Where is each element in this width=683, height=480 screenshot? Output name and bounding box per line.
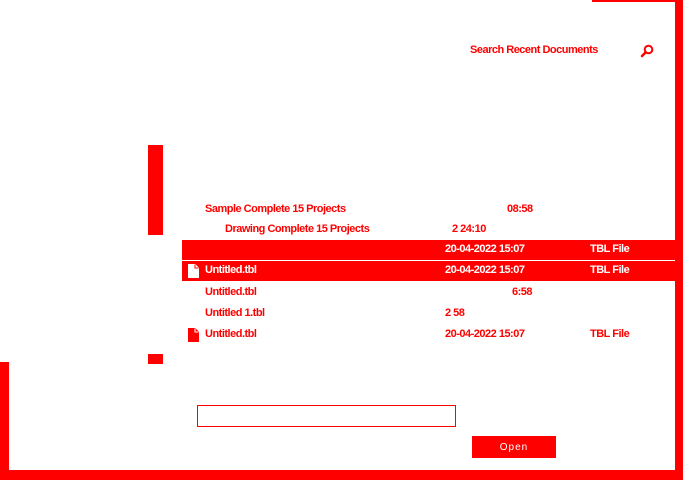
file-type: TBL File (590, 328, 630, 340)
file-date: 2 24:10 (452, 223, 486, 235)
file-name: Untitled.tbl (205, 264, 257, 276)
window-frame-right (675, 0, 683, 480)
file-icon (188, 328, 199, 342)
file-row-selected[interactable]: Untitled.tbl 20-04-2022 15:07 TBL File (182, 261, 675, 281)
window-frame-top (592, 0, 683, 2)
file-date: 20-04-2022 15:07 (445, 328, 525, 340)
file-date: 20-04-2022 15:07 (445, 243, 525, 255)
file-row[interactable]: Sample Complete 15 Projects 08:58 (182, 200, 675, 220)
file-type: TBL File (590, 264, 630, 276)
file-icon (188, 264, 199, 278)
file-row[interactable]: Untitled.tbl 6:58 (182, 283, 675, 303)
file-name: Sample Complete 15 Projects (205, 203, 346, 215)
file-row[interactable]: Untitled 1.tbl 2 58 (182, 304, 675, 324)
file-row-selected[interactable]: 20-04-2022 15:07 TBL File (182, 240, 675, 260)
sidebar-scroll-marker-bottom (148, 354, 163, 364)
file-date: 6:58 (512, 286, 533, 298)
search-button[interactable] (640, 44, 654, 58)
window-frame-bottom (0, 470, 683, 480)
window-frame-left (0, 362, 9, 480)
file-name: Untitled.tbl (205, 286, 257, 298)
search-label[interactable]: Search Recent Documents (470, 44, 598, 56)
sidebar-scroll-marker-top (148, 145, 163, 235)
filename-input[interactable] (197, 405, 456, 427)
open-button[interactable]: Open (472, 436, 556, 458)
file-type: TBL File (590, 243, 630, 255)
file-date: 20-04-2022 15:07 (445, 264, 525, 276)
file-name: Drawing Complete 15 Projects (225, 223, 370, 235)
search-icon (640, 44, 654, 58)
file-name: Untitled.tbl (205, 328, 257, 340)
file-row[interactable]: Drawing Complete 15 Projects 2 24:10 (182, 220, 675, 240)
file-date: 2 58 (445, 307, 465, 319)
file-name: Untitled 1.tbl (205, 307, 265, 319)
file-row[interactable]: Untitled.tbl 20-04-2022 15:07 TBL File (182, 325, 675, 345)
file-date: 08:58 (507, 203, 533, 215)
